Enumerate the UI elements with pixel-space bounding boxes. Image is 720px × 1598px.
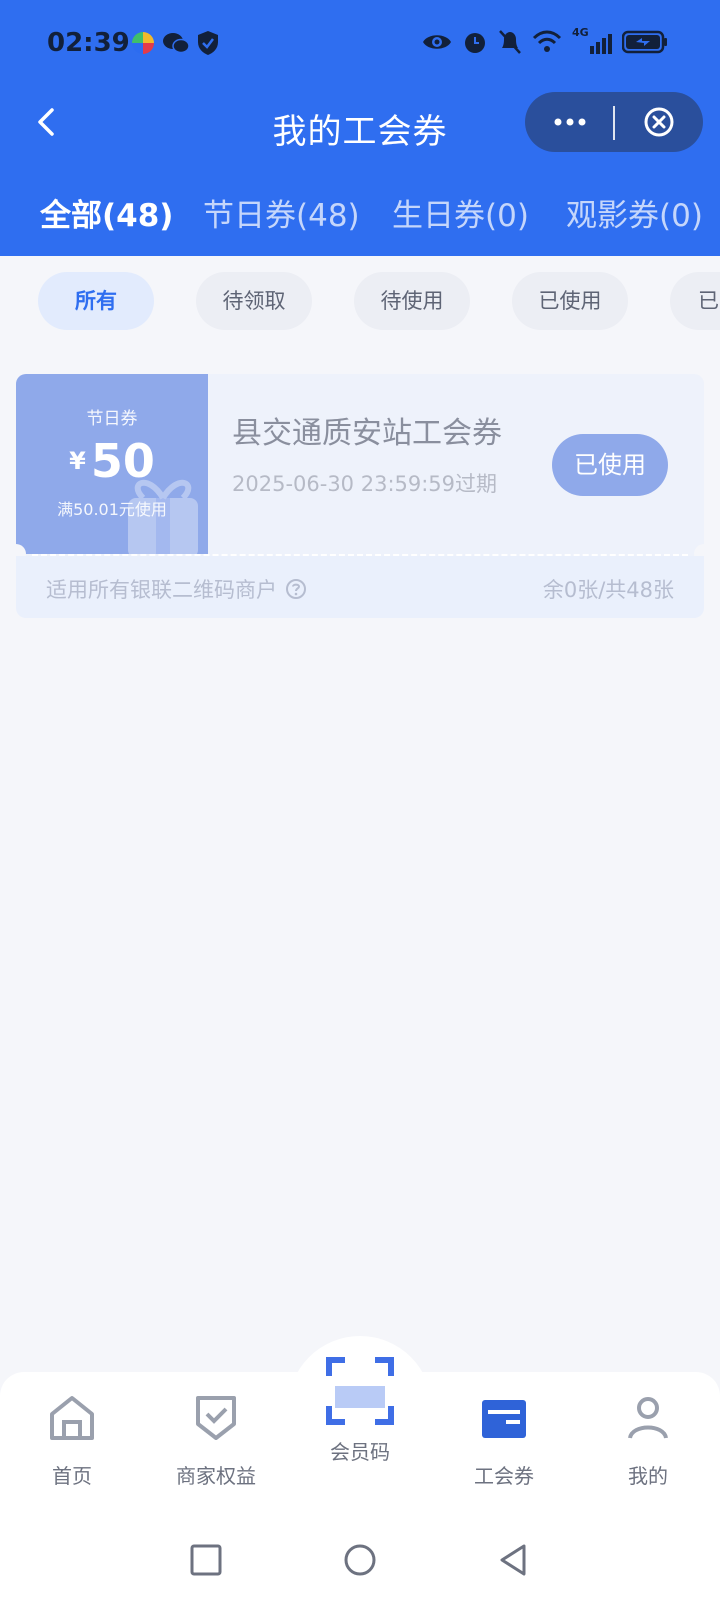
more-dots-icon[interactable] <box>552 110 588 134</box>
tabbar-mine-label: 我的 <box>628 1464 668 1488</box>
coupon-card[interactable]: 节日券 ¥ 50 满50.01元使用 县交通质安站工会券 2025-06-30 … <box>6 374 714 618</box>
shield-icon <box>198 31 218 55</box>
capsule-divider <box>613 106 615 140</box>
person-icon <box>628 1397 668 1439</box>
back-triangle-icon[interactable] <box>496 1542 532 1578</box>
status-bar: 02:39 4G <box>0 0 720 86</box>
coupon-condition: 满50.01元使用 <box>57 500 167 519</box>
coupon-scope-text: 适用所有银联二维码商户 <box>46 578 277 602</box>
coupon-type: 节日券 <box>86 409 138 429</box>
tabbar-mine[interactable]: 我的 <box>588 1392 708 1489</box>
battery-icon <box>622 30 667 54</box>
coupon-footer: 适用所有银联二维码商户 余0张/共48张 <box>16 556 704 618</box>
alarm-icon <box>465 33 485 53</box>
recent-apps-icon[interactable] <box>188 1542 224 1578</box>
tab-movie[interactable]: 观影券(0) <box>566 190 703 235</box>
tabbar-member-code[interactable]: 会员码 <box>300 1356 420 1465</box>
filter-all[interactable]: 所有 <box>38 272 154 330</box>
eye-icon <box>423 35 451 49</box>
tabbar-merchant[interactable]: 商家权益 <box>156 1392 276 1489</box>
tabbar-home[interactable]: 首页 <box>12 1392 132 1489</box>
tab-birthday[interactable]: 生日券(0) <box>392 190 529 235</box>
filter-to-use[interactable]: 待使用 <box>354 272 470 330</box>
coupon-name: 县交通质安站工会券 <box>232 416 502 451</box>
shield-check-icon <box>196 1396 236 1440</box>
coupon-remaining: 余0张/共48张 <box>542 578 674 602</box>
used-status-button[interactable]: 已使用 <box>552 434 668 496</box>
coupon-value: 50 <box>90 434 155 488</box>
filter-used[interactable]: 已使用 <box>512 272 628 330</box>
home-icon <box>50 1396 94 1440</box>
tab-all[interactable]: 全部(48) <box>40 190 173 235</box>
tabbar-coupons-label: 工会券 <box>474 1464 534 1488</box>
tab-festival[interactable]: 节日券(48) <box>203 190 360 235</box>
filter-to-claim[interactable]: 待领取 <box>196 272 312 330</box>
mute-icon <box>499 30 521 54</box>
tabbar-home-label: 首页 <box>52 1464 92 1488</box>
category-tabs: 全部(48) 节日券(48) 生日券(0) 观影券(0) <box>0 190 720 240</box>
help-icon[interactable] <box>285 578 307 600</box>
bottom-tab-bar: 首页 商家权益 会员码 工会券 我的 <box>0 1336 720 1522</box>
tabbar-member-code-label: 会员码 <box>330 1440 390 1464</box>
tabbar-merchant-label: 商家权益 <box>176 1464 256 1488</box>
coupon-value-panel: 节日券 ¥ 50 满50.01元使用 <box>16 374 208 554</box>
coupon-main: 节日券 ¥ 50 满50.01元使用 县交通质安站工会券 2025-06-30 … <box>16 374 704 556</box>
pinwheel-app-icon <box>132 32 154 54</box>
nav-bar: 我的工会券 <box>0 86 720 162</box>
filter-more[interactable]: 已 <box>670 272 720 330</box>
signal-icon: 4G <box>572 26 612 54</box>
mini-program-capsule <box>525 92 703 152</box>
close-circle-icon[interactable] <box>643 106 675 138</box>
status-filters: 所有 待领取 待使用 已使用 已 <box>0 272 720 330</box>
currency-symbol: ¥ <box>69 447 86 475</box>
status-time: 02:39 <box>47 28 130 58</box>
scan-icon <box>326 1357 394 1425</box>
home-circle-icon[interactable] <box>342 1542 378 1578</box>
coupon-amount: ¥ 50 <box>16 434 208 488</box>
wifi-icon <box>532 30 562 52</box>
wechat-icon <box>163 33 190 54</box>
tabbar-coupons[interactable]: 工会券 <box>444 1392 564 1489</box>
coupon-scope: 适用所有银联二维码商户 <box>46 574 307 604</box>
network-type: 4G <box>572 26 589 39</box>
card-icon <box>482 1400 526 1438</box>
coupon-expiry: 2025-06-30 23:59:59过期 <box>232 472 498 496</box>
system-navigation-bar <box>0 1522 720 1598</box>
